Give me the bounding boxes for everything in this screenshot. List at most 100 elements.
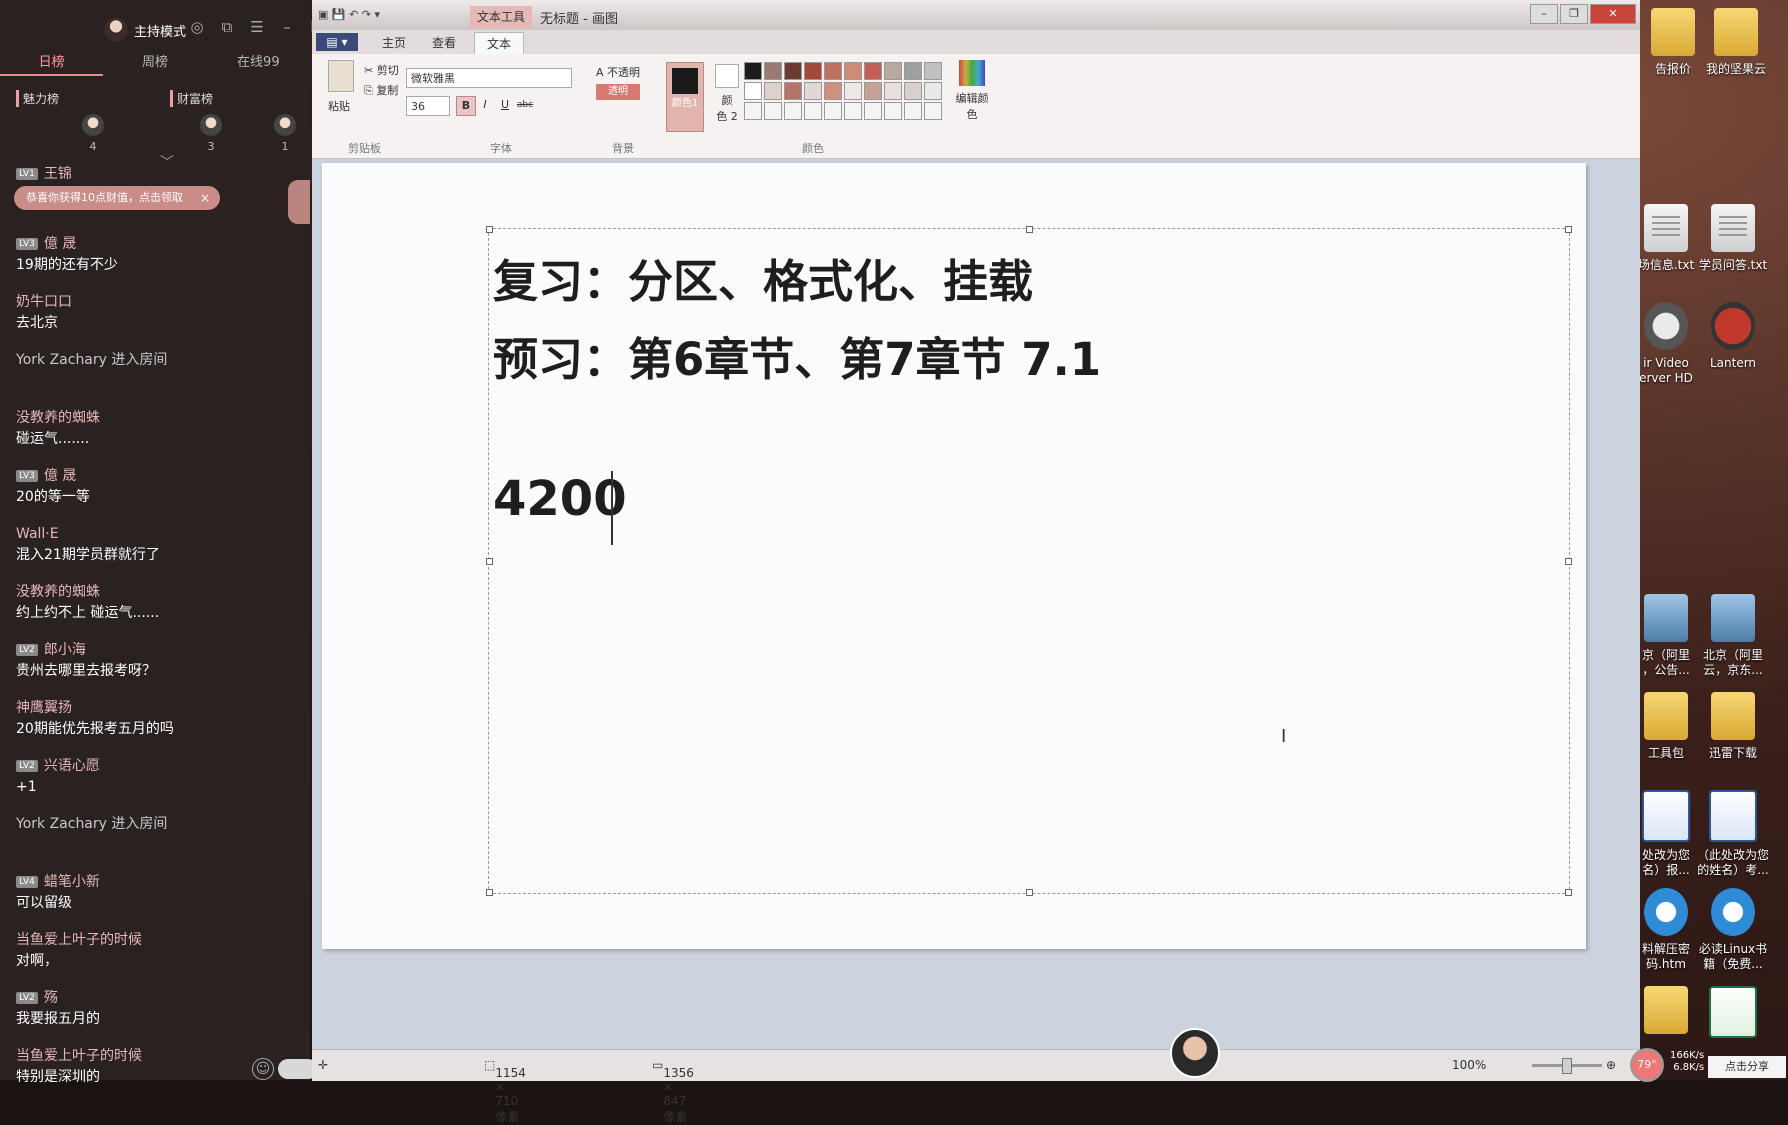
rank-avatar[interactable]: 3 <box>200 114 222 153</box>
file-menu-button[interactable]: ▤ ▾ <box>316 33 358 51</box>
resize-handle[interactable] <box>1565 226 1572 233</box>
chat-username[interactable]: LV4 蜡笔小新 <box>16 872 286 892</box>
close-button[interactable]: ✕ <box>1590 4 1636 24</box>
palette-swatch[interactable] <box>844 82 862 100</box>
palette-swatch[interactable] <box>744 62 762 80</box>
palette-swatch[interactable] <box>824 102 842 120</box>
edit-colors-button[interactable]: 编辑颜色 <box>952 60 992 122</box>
resize-handle[interactable] <box>1565 889 1572 896</box>
paste-label[interactable]: 粘贴 <box>328 98 350 114</box>
palette-swatch[interactable] <box>864 62 882 80</box>
paste-icon[interactable] <box>328 60 354 92</box>
share-button[interactable]: 点击分享 <box>1708 1056 1786 1078</box>
desktop-icon[interactable]: 迅雷下载 <box>1685 692 1781 761</box>
color2-button[interactable]: 颜色 2 <box>712 64 742 124</box>
resize-handle[interactable] <box>1026 226 1033 233</box>
minimize-icon[interactable]: – <box>278 18 296 36</box>
desktop-icon[interactable]: 必读Linux书 籍（免费... <box>1685 888 1781 972</box>
palette-swatch[interactable] <box>744 102 762 120</box>
tab-view[interactable]: 查看 <box>432 34 456 51</box>
palette-swatch[interactable] <box>804 82 822 100</box>
palette-swatch[interactable] <box>844 62 862 80</box>
menu-icon[interactable]: ☰ <box>248 18 266 36</box>
palette-swatch[interactable] <box>904 102 922 120</box>
palette-swatch[interactable] <box>824 62 842 80</box>
paint-canvas[interactable]: 复习：分区、格式化、挂载 预习：第6章节、第7章节 7.1 4200 I <box>322 163 1586 949</box>
transparent-button[interactable]: 透明 <box>596 84 640 100</box>
chat-username[interactable]: 当鱼爱上叶子的时候 <box>16 930 286 950</box>
temperature-gauge[interactable]: 79° <box>1630 1048 1664 1082</box>
reward-banner[interactable]: 恭喜你获得10点财值，点击领取 × <box>14 186 220 210</box>
text-box[interactable]: 复习：分区、格式化、挂载 预习：第6章节、第7章节 7.1 4200 I <box>486 226 1572 896</box>
copy-button[interactable]: ⎘ 复制 <box>364 82 398 98</box>
chat-username[interactable]: LV3 億 晟 <box>16 234 286 254</box>
chat-username[interactable]: 没教养的蜘蛛 <box>16 408 286 428</box>
desktop-icon[interactable] <box>1685 986 1781 1044</box>
chat-username[interactable]: 当鱼爱上叶子的时候 <box>16 1046 286 1066</box>
chat-username[interactable]: York Zachary 进入房间 <box>16 814 286 834</box>
desktop-icon[interactable]: Lantern <box>1685 302 1781 371</box>
italic-button[interactable]: I <box>476 96 494 114</box>
palette-swatch[interactable] <box>784 62 802 80</box>
palette-swatch[interactable] <box>804 62 822 80</box>
chat-username[interactable]: 没教养的蜘蛛 <box>16 582 286 602</box>
palette-swatch[interactable] <box>824 82 842 100</box>
color1-button[interactable]: 颜色1 <box>666 62 704 132</box>
tab-home[interactable]: 主页 <box>382 34 406 51</box>
resize-handle[interactable] <box>1026 889 1033 896</box>
resize-handle[interactable] <box>486 558 493 565</box>
opaque-button[interactable]: A 不透明 <box>596 64 640 80</box>
desktop-icon[interactable]: （此处改为您 的姓名）考... <box>1685 790 1781 878</box>
quick-access-toolbar[interactable]: ▣ 💾 ↶ ↷ ▾ <box>318 8 380 21</box>
tab-weekly-rank[interactable]: 周榜 <box>103 50 206 76</box>
chat-username[interactable]: LV2 殇 <box>16 988 286 1008</box>
chat-username[interactable]: 神鹰翼扬 <box>16 698 286 718</box>
popout-icon[interactable]: ⧉ <box>218 18 236 36</box>
tab-daily-rank[interactable]: 日榜 <box>0 50 104 76</box>
side-toggle-button[interactable] <box>288 180 310 224</box>
underline-button[interactable]: U <box>496 96 514 114</box>
desktop-icon[interactable]: 学员问答.txt <box>1685 204 1781 273</box>
tab-text[interactable]: 文本 <box>474 32 525 55</box>
zoom-slider-thumb[interactable] <box>1562 1058 1572 1074</box>
minimize-button[interactable]: – <box>1530 4 1558 24</box>
chat-username[interactable]: 奶牛口口 <box>16 292 286 312</box>
palette-swatch[interactable] <box>804 102 822 120</box>
palette-swatch[interactable] <box>784 82 802 100</box>
palette-swatch[interactable] <box>884 82 902 100</box>
settings-icon[interactable]: ◎ <box>188 18 206 36</box>
palette-swatch[interactable] <box>744 82 762 100</box>
palette-swatch[interactable] <box>924 82 942 100</box>
palette-swatch[interactable] <box>924 102 942 120</box>
palette-swatch[interactable] <box>864 102 882 120</box>
palette-swatch[interactable] <box>784 102 802 120</box>
palette-swatch[interactable] <box>764 82 782 100</box>
tab-online-count[interactable]: 在线99 <box>207 50 310 76</box>
palette-swatch[interactable] <box>844 102 862 120</box>
chat-username[interactable]: LV2 兴语心愿 <box>16 756 286 776</box>
bold-button[interactable]: B <box>456 96 476 116</box>
palette-swatch[interactable] <box>904 82 922 100</box>
desktop-icon[interactable]: 北京（阿里 云，京东... <box>1685 594 1781 678</box>
rank-avatar[interactable]: 4 <box>82 114 104 153</box>
rank-avatar[interactable]: 1 <box>274 114 296 153</box>
palette-swatch[interactable] <box>864 82 882 100</box>
chat-username[interactable]: LV1 王锦 <box>16 164 286 184</box>
chat-username[interactable]: York Zachary 进入房间 <box>16 350 286 370</box>
emoji-icon[interactable]: ☺ <box>252 1058 274 1080</box>
palette-swatch[interactable] <box>764 102 782 120</box>
palette-swatch[interactable] <box>884 62 902 80</box>
palette-swatch[interactable] <box>904 62 922 80</box>
resize-handle[interactable] <box>486 226 493 233</box>
strikethrough-button[interactable]: abc <box>516 96 534 114</box>
chat-username[interactable]: LV3 億 晟 <box>16 466 286 486</box>
cut-button[interactable]: ✂ 剪切 <box>364 62 399 78</box>
host-avatar[interactable] <box>104 18 128 42</box>
resize-handle[interactable] <box>1565 558 1572 565</box>
chat-username[interactable]: Wall·E <box>16 524 286 544</box>
palette-swatch[interactable] <box>924 62 942 80</box>
zoom-in-icon[interactable]: ⊕ <box>1606 1058 1616 1072</box>
maximize-button[interactable]: ❐ <box>1560 4 1588 24</box>
palette-swatch[interactable] <box>884 102 902 120</box>
desktop-icon[interactable]: 我的坚果云 <box>1688 8 1784 77</box>
